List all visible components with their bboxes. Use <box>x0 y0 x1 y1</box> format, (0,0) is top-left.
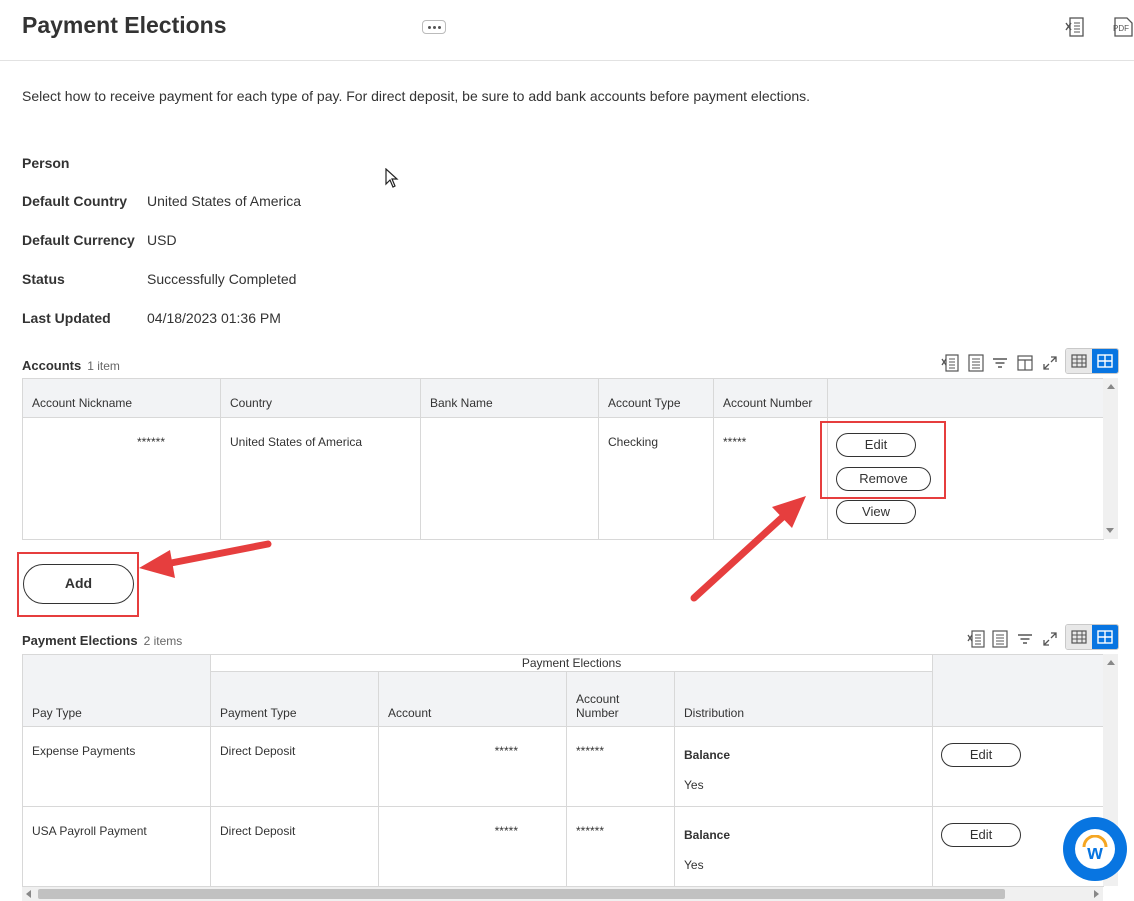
column-header-account-type[interactable]: Account Type <box>598 378 714 418</box>
instructions-text: Select how to receive payment for each t… <box>22 88 811 104</box>
excel-export-icon[interactable] <box>940 353 960 373</box>
fullscreen-list-icon[interactable] <box>990 629 1010 649</box>
column-header-distribution[interactable]: Distribution <box>673 671 934 727</box>
column-header-actions <box>932 654 1105 727</box>
page-title: Payment Elections <box>22 12 227 38</box>
distribution-label: Balance <box>684 748 731 762</box>
group-header-payment-elections: Payment Elections <box>209 654 934 672</box>
dot-icon <box>427 25 431 29</box>
distribution-cell: Balance Yes <box>673 806 934 887</box>
horizontal-scrollbar[interactable] <box>22 887 1103 901</box>
column-header-account-nickname[interactable]: Account Nickname <box>22 378 221 418</box>
payment-type-cell: Direct Deposit <box>210 806 379 887</box>
account-nickname-cell: ****** <box>22 417 221 540</box>
column-header-payment-type[interactable]: Payment Type <box>210 671 379 727</box>
table-view-button[interactable] <box>1066 349 1092 373</box>
table-row: USA Payroll Payment Direct Deposit *****… <box>22 806 1105 887</box>
grid-view-button[interactable] <box>1092 349 1118 373</box>
workday-logo-icon: w <box>1075 829 1115 869</box>
column-header-pay-type[interactable]: Pay Type <box>22 654 211 727</box>
country-cell: United States of America <box>220 417 421 540</box>
edit-remove-highlight-box <box>820 421 946 499</box>
default-currency-value: USD <box>147 232 177 248</box>
column-header-account[interactable]: Account <box>378 671 567 727</box>
pdf-icon-label: PDF <box>1113 24 1129 33</box>
scroll-right-icon[interactable] <box>1094 890 1099 898</box>
grid-icon <box>1097 630 1113 644</box>
workday-assistant-button[interactable]: w <box>1063 817 1127 881</box>
filter-icon[interactable] <box>990 353 1010 373</box>
expand-icon[interactable] <box>1040 629 1060 649</box>
scroll-left-icon[interactable] <box>26 890 31 898</box>
horizontal-scrollbar-thumb[interactable] <box>38 889 1005 899</box>
excel-export-icon[interactable] <box>1064 16 1086 38</box>
elections-section-title: Payment Elections 2 items <box>22 633 182 648</box>
excel-export-icon[interactable] <box>966 629 986 649</box>
distribution-value: Yes <box>684 778 704 792</box>
mouse-cursor-icon <box>385 168 399 188</box>
table-icon <box>1071 354 1087 368</box>
view-account-button[interactable]: View <box>836 500 916 524</box>
column-header-account-number[interactable]: Account Number <box>713 378 828 418</box>
table-icon <box>1071 630 1087 644</box>
column-header-country[interactable]: Country <box>220 378 421 418</box>
distribution-label: Balance <box>684 828 731 842</box>
default-country-value: United States of America <box>147 193 302 209</box>
accounts-title: Accounts <box>22 358 82 373</box>
table-row: Expense Payments Direct Deposit ***** **… <box>22 726 1105 807</box>
arrow-to-add-icon <box>139 540 272 578</box>
edit-election-button[interactable]: Edit <box>941 823 1022 847</box>
pay-type-cell: Expense Payments <box>22 726 211 807</box>
view-toggle[interactable] <box>1065 624 1119 650</box>
column-layout-icon[interactable] <box>1015 353 1035 373</box>
elections-title: Payment Elections <box>22 633 138 648</box>
default-country-label: Default Country <box>22 193 127 209</box>
status-label: Status <box>22 271 65 287</box>
bank-name-cell <box>420 417 599 540</box>
account-number-cell: ****** <box>566 806 675 887</box>
account-cell: ***** <box>378 726 567 807</box>
view-toggle[interactable] <box>1065 348 1119 374</box>
column-header-bank-name[interactable]: Bank Name <box>420 378 599 418</box>
account-type-cell: Checking <box>598 417 714 540</box>
person-label: Person <box>22 155 70 171</box>
actions-cell: Edit <box>932 726 1105 807</box>
default-currency-label: Default Currency <box>22 232 135 248</box>
dot-icon <box>437 25 441 29</box>
accounts-section-title: Accounts 1 item <box>22 358 120 373</box>
scroll-down-icon[interactable] <box>1106 528 1114 533</box>
account-number-cell: ***** <box>713 417 828 540</box>
related-actions-button[interactable] <box>422 20 446 34</box>
grid-icon <box>1097 354 1113 368</box>
elections-count: 2 items <box>143 634 183 648</box>
last-updated-label: Last Updated <box>22 310 111 326</box>
scroll-up-icon[interactable] <box>1106 384 1115 389</box>
column-header-account-number[interactable]: Account Number <box>566 671 675 727</box>
pdf-export-icon[interactable]: PDF <box>1110 16 1134 38</box>
expand-icon[interactable] <box>1040 353 1060 373</box>
accounts-vertical-scrollbar[interactable] <box>1103 378 1118 539</box>
payment-elections-table: Pay Type Payment Elections Payment Type … <box>22 654 1105 887</box>
filter-icon[interactable] <box>1015 629 1035 649</box>
fullscreen-list-icon[interactable] <box>966 353 986 373</box>
grid-view-button[interactable] <box>1092 625 1118 649</box>
payment-type-cell: Direct Deposit <box>210 726 379 807</box>
account-cell: ***** <box>378 806 567 887</box>
header-divider <box>0 60 1134 61</box>
last-updated-value: 04/18/2023 01:36 PM <box>147 310 281 326</box>
scroll-up-icon[interactable] <box>1106 660 1115 665</box>
status-value: Successfully Completed <box>147 271 297 287</box>
dot-icon <box>432 25 436 29</box>
account-number-cell: ****** <box>566 726 675 807</box>
column-header-actions <box>827 378 1104 418</box>
edit-election-button[interactable]: Edit <box>941 743 1022 767</box>
distribution-cell: Balance Yes <box>673 726 934 807</box>
pay-type-cell: USA Payroll Payment <box>22 806 211 887</box>
table-view-button[interactable] <box>1066 625 1092 649</box>
accounts-count: 1 item <box>87 359 120 373</box>
distribution-value: Yes <box>684 858 704 872</box>
add-highlight-box <box>17 552 139 617</box>
logo-letter: w <box>1087 841 1103 864</box>
